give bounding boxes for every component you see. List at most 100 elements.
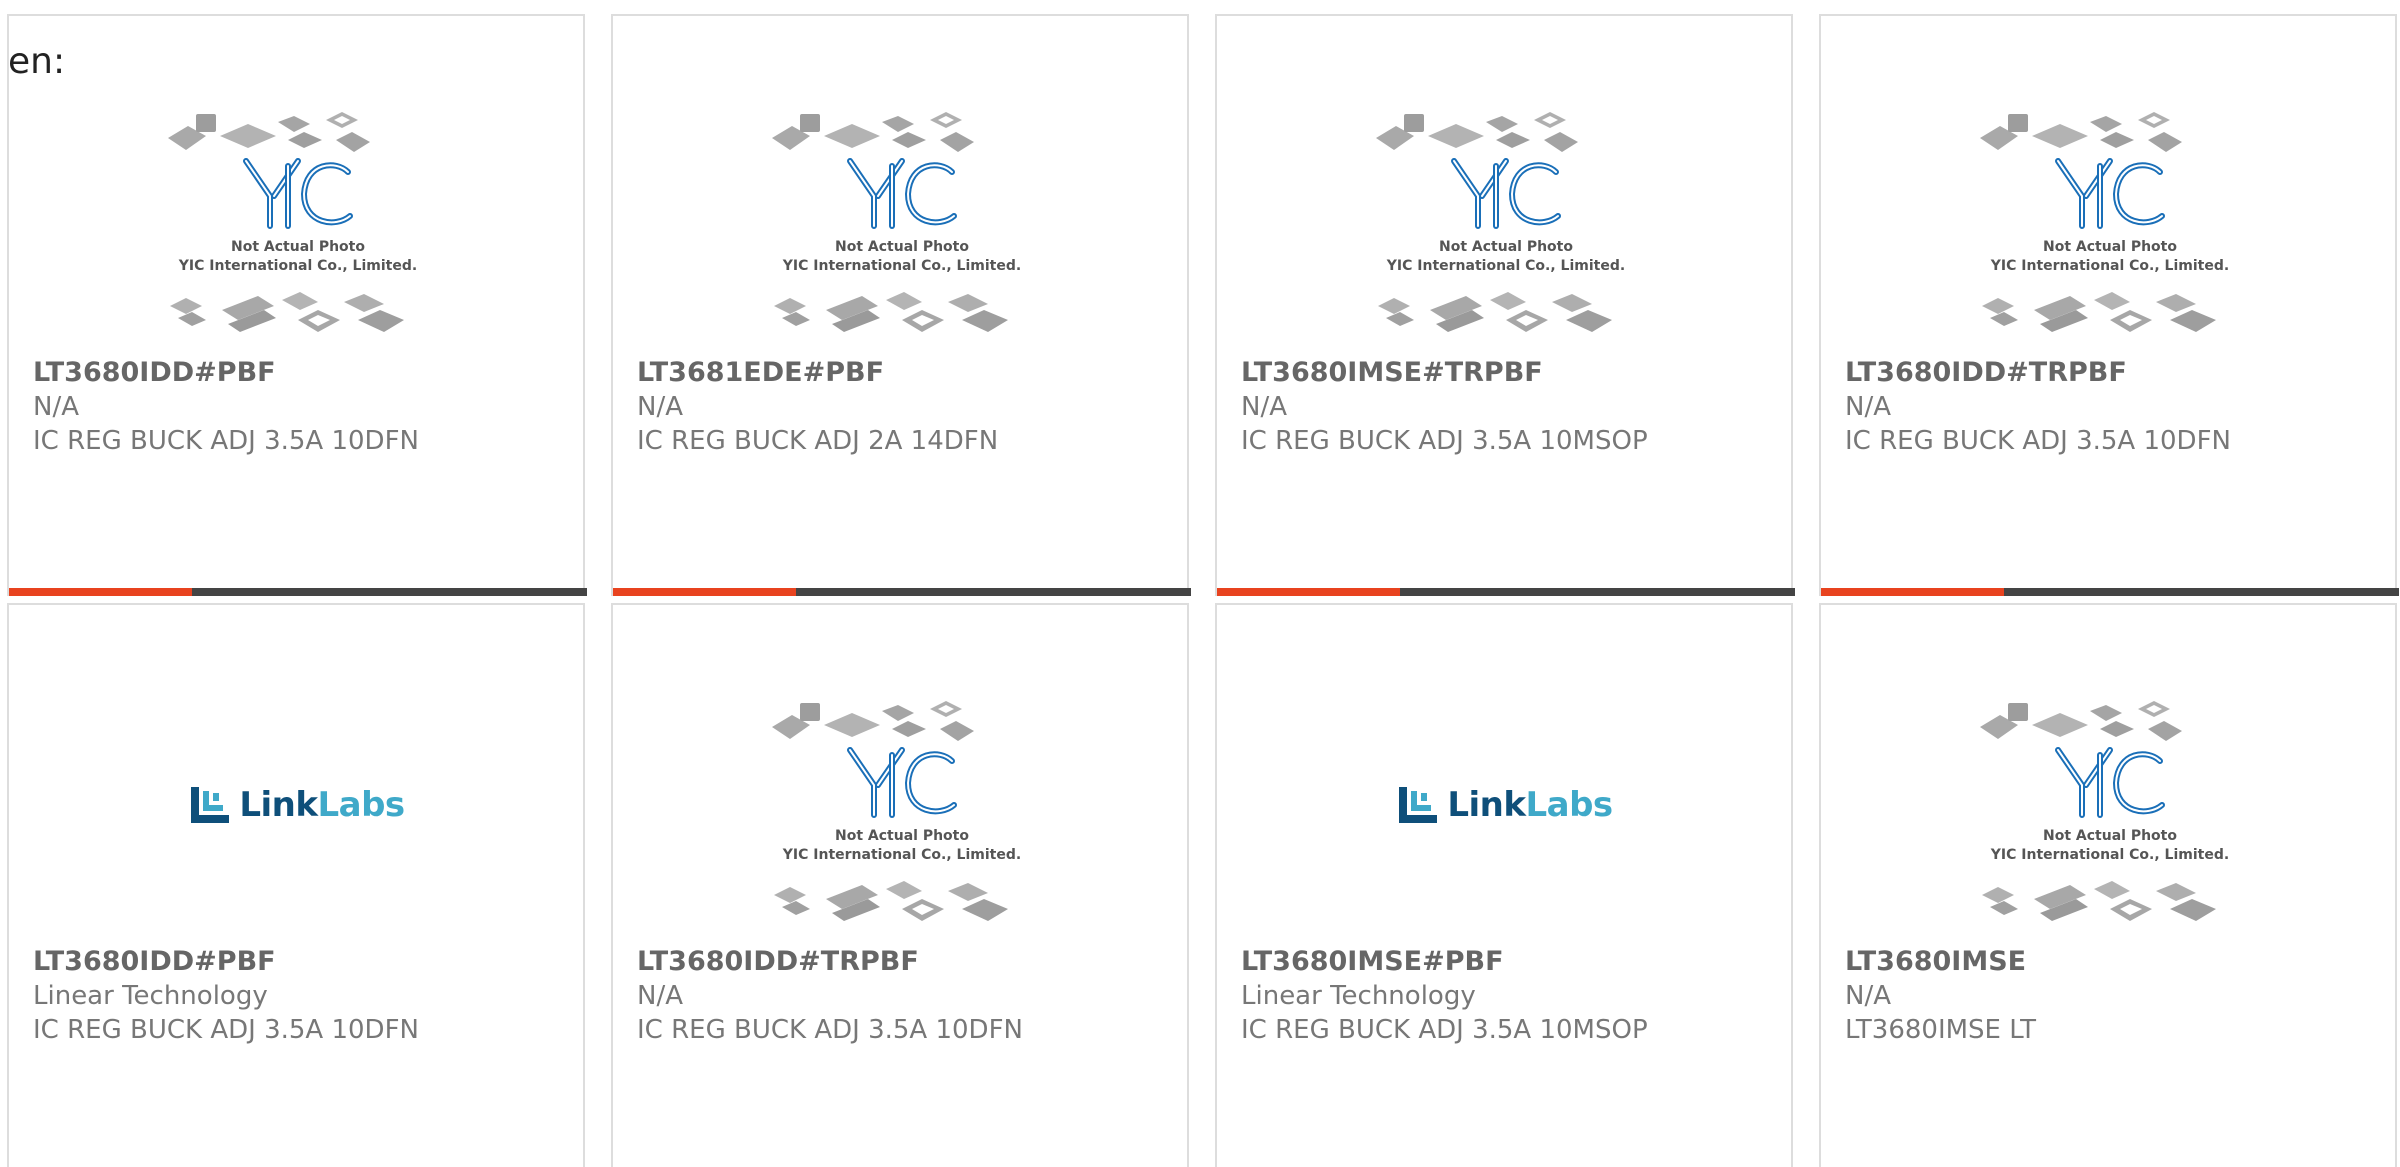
product-info: LT3680IMSE N/A LT3680IMSE LT [1845,945,2385,1047]
chip-photo-placeholder: Not Actual Photo YIC International Co., … [772,701,1021,921]
linklabs-wordmark-link: Link [239,785,318,825]
product-manufacturer: N/A [637,392,683,422]
chip-icons-bottom [774,292,1008,332]
product-image[interactable]: Not Actual Photo YIC International Co., … [1821,86,2399,366]
product-part-number[interactable]: LT3680IMSE#TRPBF [1241,356,1781,390]
chip-icons-top [168,112,370,152]
card-bar-rest [796,588,1191,596]
product-part-number[interactable]: LT3680IDD#PBF [33,945,573,979]
product-description: IC REG BUCK ADJ 3.5A 10MSOP [1241,1015,1648,1045]
yic-logo [2055,747,2165,818]
card-bar-accent [1821,588,2004,596]
linklabs-mark-icon [191,787,230,823]
product-info: LT3680IDD#PBF N/A IC REG BUCK ADJ 3.5A 10D… [33,356,573,458]
yic-logo [243,158,353,229]
product-grid-page: en: Not Actual Photo YIC International C… [0,0,2400,1167]
yic-logo [2055,158,2165,229]
product-part-number[interactable]: LT3680IDD#TRPBF [1845,356,2385,390]
chip-photo-placeholder: Not Actual Photo YIC International Co., … [168,112,417,332]
product-card[interactable]: LinkLabs LT3680IDD#PBF Linear Technology I… [7,603,585,1167]
product-image[interactable]: Not Actual Photo YIC International Co., … [1821,675,2399,955]
chip-photo-placeholder: Not Actual Photo YIC International Co., … [1980,701,2229,921]
linklabs-wordmark-link: Link [1447,785,1526,825]
product-image[interactable]: Not Actual Photo YIC International Co., … [1217,86,1795,366]
product-card[interactable]: Not Actual Photo YIC International Co., … [7,14,587,596]
card-bottom-bar [1217,588,1795,596]
card-bar-rest [1400,588,1795,596]
placeholder-caption-line2: YIC International Co., Limited. [782,847,1021,863]
placeholder-caption-line2: YIC International Co., Limited. [782,258,1021,274]
product-card[interactable]: Not Actual Photo YIC International Co., … [1819,603,2397,1167]
linklabs-wordmark-labs: Labs [1525,785,1613,825]
product-image[interactable]: Not Actual Photo YIC International Co., … [9,86,587,366]
product-info: LT3680IDD#PBF Linear Technology IC REG BUC… [33,945,573,1047]
product-part-number[interactable]: LT3680IDD#PBF [33,356,573,390]
product-manufacturer: N/A [33,392,79,422]
product-manufacturer: Linear Technology [1241,981,1476,1011]
product-info: LT3680IDD#TRPBF N/A IC REG BUCK ADJ 3.5A 1… [1845,356,2385,458]
chip-icons-bottom [774,881,1008,921]
product-description: IC REG BUCK ADJ 3.5A 10MSOP [1241,426,1648,456]
language-label: en: [8,41,66,82]
product-manufacturer: N/A [1845,981,1891,1011]
placeholder-caption-line1: Not Actual Photo [1439,239,1573,255]
placeholder-caption-line2: YIC International Co., Limited. [1386,258,1625,274]
linklabs-wordmark: LinkLabs [1447,785,1613,825]
product-part-number[interactable]: LT3681EDE#PBF [637,356,1177,390]
card-bottom-bar [9,588,587,596]
product-description: IC REG BUCK ADJ 3.5A 10DFN [33,1015,419,1045]
product-card[interactable]: Not Actual Photo YIC International Co., … [611,14,1191,596]
product-part-number[interactable]: LT3680IDD#TRPBF [637,945,1177,979]
product-image[interactable]: LinkLabs [9,665,587,945]
product-description: IC REG BUCK ADJ 3.5A 10DFN [33,426,419,456]
card-bar-accent [613,588,796,596]
linklabs-mark-icon [1399,787,1438,823]
placeholder-caption-line2: YIC International Co., Limited. [1990,258,2229,274]
product-manufacturer: N/A [637,981,683,1011]
product-description: IC REG BUCK ADJ 3.5A 10DFN [1845,426,2231,456]
card-bottom-bar [1821,588,2399,596]
card-bar-accent [9,588,192,596]
product-card[interactable]: LinkLabs LT3680IMSE#PBF Linear Technology… [1215,603,1793,1167]
yic-logo [1451,158,1561,229]
placeholder-caption-line1: Not Actual Photo [2043,828,2177,844]
product-info: LT3680IMSE#PBF Linear Technology IC REG BU… [1241,945,1781,1047]
chip-icons-top [1376,112,1578,152]
placeholder-caption-line1: Not Actual Photo [2043,239,2177,255]
product-description: LT3680IMSE LT [1845,1015,2037,1045]
linklabs-logo: LinkLabs [191,785,405,825]
chip-icons-bottom [1378,292,1612,332]
product-card[interactable]: Not Actual Photo YIC International Co., … [1819,14,2399,596]
chip-icons-bottom [170,292,404,332]
card-bar-accent [1217,588,1400,596]
linklabs-wordmark: LinkLabs [239,785,405,825]
card-bar-rest [192,588,587,596]
chip-icons-bottom [1982,292,2216,332]
chip-icons-top [772,112,974,152]
chip-icons-top [1980,112,2182,152]
product-description: IC REG BUCK ADJ 3.5A 10DFN [637,1015,1023,1045]
yic-logo [847,158,957,229]
placeholder-caption-line2: YIC International Co., Limited. [1990,847,2229,863]
product-info: LT3680IMSE#TRPBF N/A IC REG BUCK ADJ 3.5A … [1241,356,1781,458]
product-card[interactable]: Not Actual Photo YIC International Co., … [1215,14,1795,596]
product-card[interactable]: Not Actual Photo YIC International Co., … [611,603,1189,1167]
product-part-number[interactable]: LT3680IMSE#PBF [1241,945,1781,979]
yic-logo [847,747,957,818]
chip-photo-placeholder: Not Actual Photo YIC International Co., … [1980,112,2229,332]
product-image[interactable]: LinkLabs [1217,665,1795,945]
product-info: LT3681EDE#PBF N/A IC REG BUCK ADJ 2A 14DFN [637,356,1177,458]
product-manufacturer: N/A [1845,392,1891,422]
product-info: LT3680IDD#TRPBF N/A IC REG BUCK ADJ 3.5A 1… [637,945,1177,1047]
linklabs-logo: LinkLabs [1399,785,1613,825]
card-bar-rest [2004,588,2399,596]
chip-icons-top [772,701,974,741]
linklabs-wordmark-labs: Labs [317,785,405,825]
placeholder-caption-line2: YIC International Co., Limited. [178,258,417,274]
product-part-number[interactable]: LT3680IMSE [1845,945,2385,979]
product-image[interactable]: Not Actual Photo YIC International Co., … [613,675,1191,955]
placeholder-caption-line1: Not Actual Photo [835,828,969,844]
chip-photo-placeholder: Not Actual Photo YIC International Co., … [772,112,1021,332]
product-image[interactable]: Not Actual Photo YIC International Co., … [613,86,1191,366]
card-bottom-bar [613,588,1191,596]
